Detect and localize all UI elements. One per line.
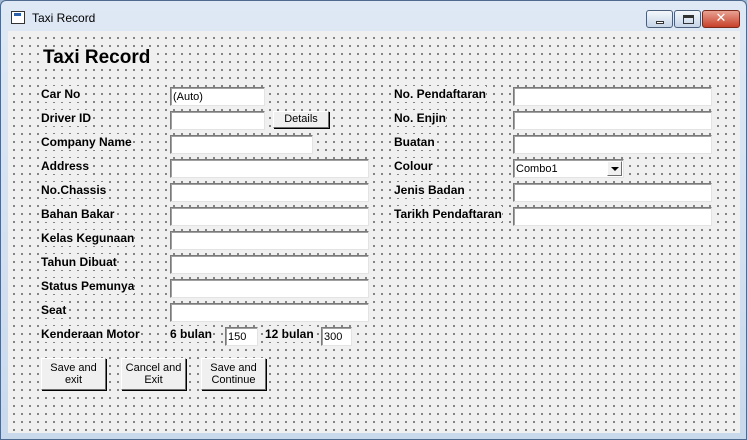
address-field[interactable]: [170, 159, 369, 178]
cancel-and-exit-button[interactable]: Cancel and Exit: [121, 358, 186, 390]
details-button[interactable]: Details: [273, 111, 329, 128]
close-icon: ✕: [715, 11, 727, 26]
save-and-exit-line2: exit: [64, 374, 83, 386]
car-no-field[interactable]: (Auto): [170, 87, 265, 106]
driver-id-label: Driver ID: [40, 110, 92, 126]
company-name-label: Company Name: [40, 134, 132, 150]
maximize-icon: [683, 15, 694, 24]
bahan-bakar-label: Bahan Bakar: [40, 206, 115, 222]
tarikh-pendaftaran-label: Tarikh Pendaftaran: [393, 206, 502, 222]
no-enjin-field[interactable]: [513, 111, 712, 130]
buatan-label: Buatan: [393, 134, 435, 150]
six-bulan-label: 6 bulan: [169, 326, 213, 342]
no-pendaftaran-label: No. Pendaftaran: [393, 86, 487, 102]
form-client-area: Taxi Record Car No (Auto) Driver ID Deta…: [8, 31, 740, 433]
tahun-dibuat-label: Tahun Dibuat: [40, 254, 117, 270]
window-icon: [11, 11, 25, 24]
maximize-button[interactable]: [674, 10, 701, 28]
colour-combo-value: Combo1: [516, 163, 558, 175]
car-no-label: Car No: [40, 86, 81, 102]
save-and-continue-button[interactable]: Save and Continue: [201, 358, 266, 390]
twelve-bulan-label: 12 bulan: [264, 326, 314, 342]
no-chassis-label: No.Chassis: [40, 182, 107, 198]
buatan-field[interactable]: [513, 135, 712, 154]
six-bulan-field[interactable]: 150: [225, 327, 258, 346]
cancel-and-exit-line2: Exit: [144, 374, 163, 386]
status-pemunya-field[interactable]: [170, 279, 369, 298]
tahun-dibuat-field[interactable]: [170, 255, 369, 274]
chevron-down-icon[interactable]: [607, 161, 622, 176]
colour-combo[interactable]: Combo1: [513, 159, 624, 178]
save-and-exit-button[interactable]: Save and exit: [41, 358, 106, 390]
seat-label: Seat: [40, 302, 67, 318]
window-title: Taxi Record: [32, 11, 96, 25]
save-and-exit-line1: Save and: [50, 362, 97, 374]
bahan-bakar-field[interactable]: [170, 207, 369, 226]
save-and-continue-line1: Save and: [210, 362, 257, 374]
page-title: Taxi Record: [41, 47, 153, 69]
seat-field[interactable]: [170, 303, 369, 322]
address-label: Address: [40, 158, 90, 174]
save-and-continue-line2: Continue: [211, 374, 256, 386]
cancel-and-exit-line1: Cancel and: [125, 362, 182, 374]
company-name-field[interactable]: [170, 135, 313, 154]
driver-id-field[interactable]: [170, 111, 265, 130]
kelas-kegunaan-label: Kelas Kegunaan: [40, 230, 135, 246]
colour-label: Colour: [393, 158, 433, 174]
taxi-record-window: Taxi Record ✕ Taxi Record Car No (Auto) …: [0, 0, 747, 440]
status-pemunya-label: Status Pemunya: [40, 278, 135, 294]
tarikh-pendaftaran-field[interactable]: [513, 207, 712, 226]
kelas-kegunaan-field[interactable]: [170, 231, 369, 250]
no-chassis-field[interactable]: [170, 183, 369, 202]
jenis-badan-label: Jenis Badan: [393, 182, 465, 198]
minimize-button[interactable]: [646, 10, 673, 28]
no-enjin-label: No. Enjin: [393, 110, 446, 126]
kenderaan-motor-label: Kenderaan Motor: [40, 326, 140, 342]
no-pendaftaran-field[interactable]: [513, 87, 712, 106]
title-bar[interactable]: Taxi Record ✕: [1, 1, 746, 31]
close-button[interactable]: ✕: [702, 10, 740, 28]
twelve-bulan-field[interactable]: 300: [321, 327, 352, 346]
minimize-icon: [656, 21, 664, 24]
jenis-badan-field[interactable]: [513, 183, 712, 202]
